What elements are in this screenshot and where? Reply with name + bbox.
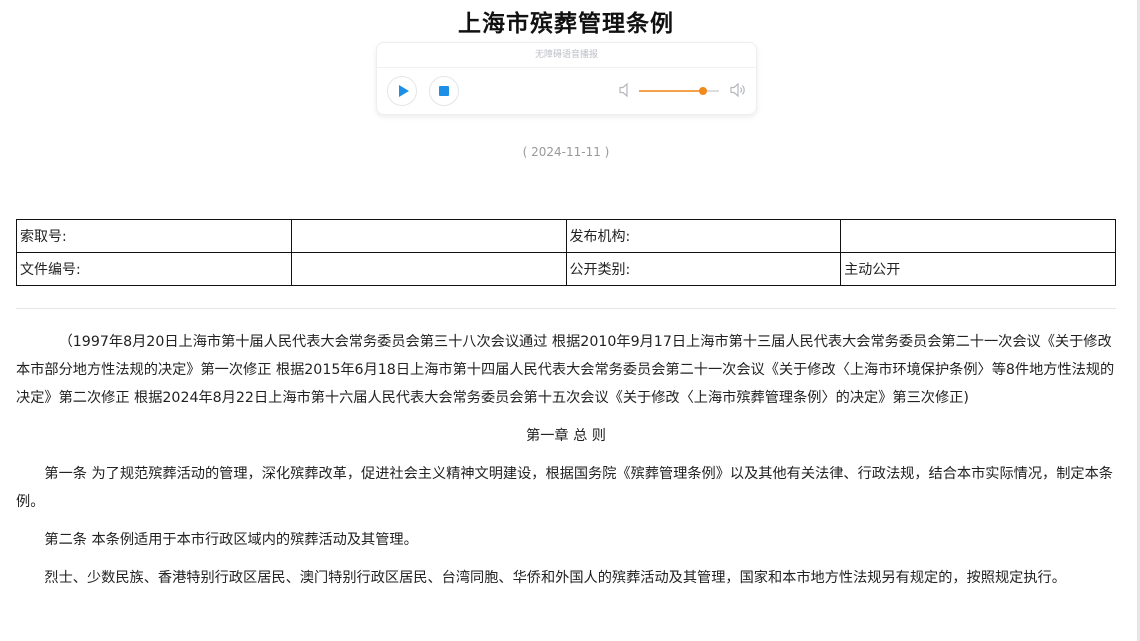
chapter-heading: 第一章 总 则 xyxy=(526,428,606,444)
volume-low-icon[interactable] xyxy=(618,82,632,98)
table-cell xyxy=(840,219,1116,253)
table-cell: 主动公开 xyxy=(840,252,1116,286)
divider xyxy=(16,308,1116,309)
volume-high-icon[interactable] xyxy=(729,82,747,98)
play-button[interactable] xyxy=(387,76,417,106)
meta-table: 索取号: 发布机构: 文件编号: 公开类别: 主动公开 xyxy=(16,219,1116,286)
play-icon xyxy=(399,85,409,97)
table-cell: 发布机构: xyxy=(565,219,842,253)
volume-knob[interactable] xyxy=(699,87,707,95)
table-cell: 文件编号: xyxy=(16,252,292,286)
article-paragraph: 第二条 本条例适用于本市行政区域内的殡葬活动及其管理。 xyxy=(44,532,418,548)
table-row: 索取号: 发布机构: xyxy=(16,219,1116,253)
article-paragraph: 烈士、少数民族、香港特别行政区居民、澳门特别行政区居民、台湾同胞、华侨和外国人的… xyxy=(44,570,1066,586)
audio-player: 无障碍语音播报 xyxy=(376,42,757,115)
player-label: 无障碍语音播报 xyxy=(377,43,756,68)
volume-fill xyxy=(639,90,703,92)
publish-date: ( 2024-11-11 ) xyxy=(522,145,610,159)
volume-slider[interactable] xyxy=(639,87,719,95)
table-cell: 索取号: xyxy=(16,219,292,253)
table-cell: 公开类别: xyxy=(565,252,842,286)
stop-button[interactable] xyxy=(429,76,459,106)
stop-icon xyxy=(439,86,449,96)
article-paragraph: 第一条 为了规范殡葬活动的管理，深化殡葬改革，促进社会主义精神文明建设，根据国务… xyxy=(16,466,1113,510)
table-cell xyxy=(290,219,567,253)
page-title: 上海市殡葬管理条例 xyxy=(458,11,674,37)
table-cell xyxy=(290,252,567,286)
article-body: （1997年8月20日上海市第十届人民代表大会常务委员会第三十八次会议通过 根据… xyxy=(16,328,1116,602)
table-row: 文件编号: 公开类别: 主动公开 xyxy=(16,252,1116,286)
preamble: （1997年8月20日上海市第十届人民代表大会常务委员会第三十八次会议通过 根据… xyxy=(16,334,1115,406)
